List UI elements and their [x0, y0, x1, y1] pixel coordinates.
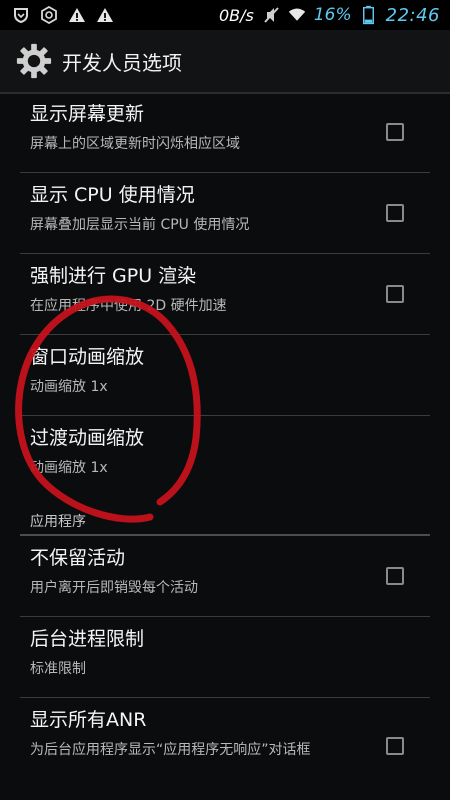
battery-percent: 16% [313, 5, 352, 25]
setting-title: 过渡动画缩放 [30, 427, 145, 449]
setting-summary: 屏幕叠加层显示当前 CPU 使用情况 [30, 217, 250, 233]
gear-icon[interactable] [14, 41, 54, 81]
setting-summary: 动画缩放 1x [30, 379, 108, 395]
setting-transition-animation-scale[interactable]: 过渡动画缩放 动画缩放 1x [20, 416, 430, 497]
setting-show-all-anrs[interactable]: 显示所有ANR 为后台应用程序显示“应用程序无响应”对话框 [20, 698, 430, 793]
target-icon [40, 6, 58, 24]
checkbox[interactable] [386, 204, 404, 222]
setting-show-screen-updates[interactable]: 显示屏幕更新 屏幕上的区域更新时闪烁相应区域 [20, 92, 430, 173]
network-speed: 0B/s [218, 5, 254, 25]
setting-title: 强制进行 GPU 渲染 [30, 265, 197, 287]
checkbox[interactable] [386, 123, 404, 141]
wifi-icon [288, 6, 306, 24]
setting-force-gpu-rendering[interactable]: 强制进行 GPU 渲染 在应用程序中使用 2D 硬件加速 [20, 254, 430, 335]
action-bar: 开发人员选项 [0, 30, 450, 94]
clock: 22:46 [385, 4, 440, 26]
setting-summary: 用户离开后即销毁每个活动 [30, 580, 198, 596]
setting-summary: 为后台应用程序显示“应用程序无响应”对话框 [30, 742, 311, 758]
setting-summary: 屏幕上的区域更新时闪烁相应区域 [30, 136, 240, 152]
warning-icon [96, 6, 114, 24]
setting-background-process-limit[interactable]: 后台进程限制 标准限制 [20, 617, 430, 698]
mute-icon [262, 6, 280, 24]
page-title: 开发人员选项 [62, 50, 182, 75]
setting-title: 显示屏幕更新 [30, 103, 145, 125]
setting-summary: 标准限制 [30, 661, 86, 677]
setting-summary: 在应用程序中使用 2D 硬件加速 [30, 298, 227, 314]
status-bar: 0B/s 16% 22:46 [0, 0, 450, 30]
setting-show-cpu-usage[interactable]: 显示 CPU 使用情况 屏幕叠加层显示当前 CPU 使用情况 [20, 173, 430, 254]
setting-title: 后台进程限制 [30, 628, 145, 650]
warning-icon [68, 6, 86, 24]
setting-title: 显示 CPU 使用情况 [30, 184, 195, 206]
setting-window-animation-scale[interactable]: 窗口动画缩放 动画缩放 1x [20, 335, 430, 416]
setting-dont-keep-activities[interactable]: 不保留活动 用户离开后即销毁每个活动 [20, 536, 430, 617]
section-header-apps: 应用程序 [20, 497, 430, 536]
checkbox[interactable] [386, 567, 404, 585]
settings-list: 显示屏幕更新 屏幕上的区域更新时闪烁相应区域 显示 CPU 使用情况 屏幕叠加层… [0, 92, 450, 793]
shield-icon [12, 6, 30, 24]
setting-title: 窗口动画缩放 [30, 346, 145, 368]
checkbox[interactable] [386, 285, 404, 303]
checkbox[interactable] [386, 736, 404, 755]
setting-summary: 动画缩放 1x [30, 460, 108, 476]
battery-icon [360, 5, 378, 25]
setting-title: 不保留活动 [30, 547, 126, 569]
setting-title: 显示所有ANR [30, 709, 147, 731]
